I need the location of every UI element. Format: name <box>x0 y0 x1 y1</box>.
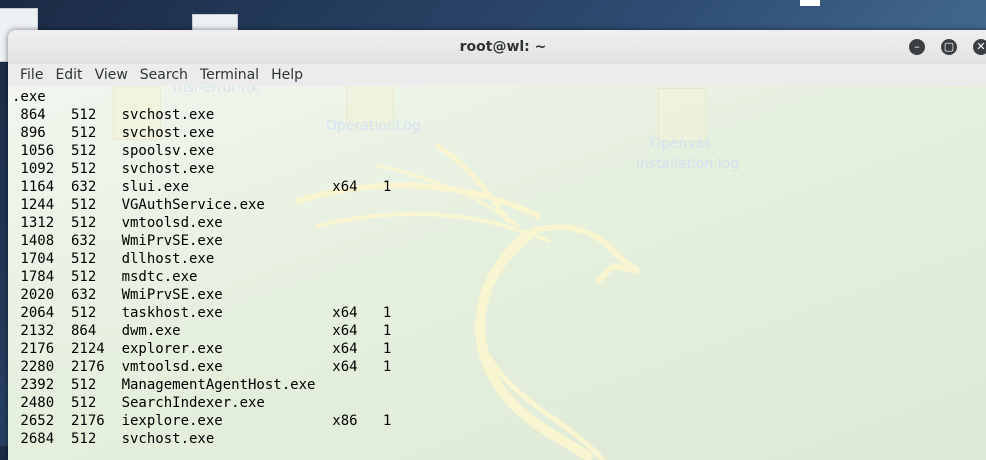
maximize-button[interactable]: ▢ <box>941 39 957 55</box>
process-row: 2064 512 taskhost.exe x64 1 <box>20 305 392 321</box>
window-title: root@wl: ~ <box>459 39 547 55</box>
menu-help[interactable]: Help <box>265 67 309 83</box>
terminal-window: root@wl: ~ – ▢ ✕ File Edit View Search T… <box>8 30 986 460</box>
close-button[interactable]: ✕ <box>973 39 986 55</box>
process-row: 1704 512 dllhost.exe <box>20 251 215 267</box>
process-row: 2132 864 dwm.exe x64 1 <box>20 323 392 339</box>
process-row: 2652 2176 iexplore.exe x86 1 <box>20 413 392 429</box>
process-row: 2392 512 ManagementAgentHost.exe <box>20 377 316 393</box>
process-row: 2020 632 WmiPrvSE.exe <box>20 287 223 303</box>
menu-terminal[interactable]: Terminal <box>194 67 265 83</box>
terminal-output-area[interactable]: msf-error-fix OperationLog Openvas- inst… <box>8 86 986 460</box>
process-row: 864 512 svchost.exe <box>20 107 215 123</box>
process-row: 1408 632 WmiPrvSE.exe <box>20 233 223 249</box>
minimize-button[interactable]: – <box>909 39 925 55</box>
output-line: .exe <box>12 89 46 105</box>
process-row: 2176 2124 explorer.exe x64 1 <box>20 341 392 357</box>
menu-file[interactable]: File <box>14 67 49 83</box>
process-row: 1312 512 vmtoolsd.exe <box>20 215 223 231</box>
process-row: 1164 632 slui.exe x64 1 <box>20 179 392 195</box>
title-bar[interactable]: root@wl: ~ – ▢ ✕ <box>8 30 986 64</box>
process-row: 2684 512 svchost.exe <box>20 431 215 447</box>
process-row: 2280 2176 vmtoolsd.exe x64 1 <box>20 359 392 375</box>
process-row: 1056 512 spoolsv.exe <box>20 143 215 159</box>
menu-bar: File Edit View Search Terminal Help <box>8 64 986 86</box>
process-row: 1244 512 VGAuthService.exe <box>20 197 265 213</box>
menu-edit[interactable]: Edit <box>49 67 88 83</box>
process-row: 896 512 svchost.exe <box>20 125 215 141</box>
process-list: .exe 864 512 svchost.exe 896 512 svchost… <box>12 88 391 448</box>
desktop-file-icon <box>800 0 820 6</box>
process-row: 1092 512 svchost.exe <box>20 161 215 177</box>
menu-search[interactable]: Search <box>134 67 194 83</box>
process-row: 1784 512 msdtc.exe <box>20 269 198 285</box>
process-row: 2480 512 SearchIndexer.exe <box>20 395 265 411</box>
menu-view[interactable]: View <box>89 67 134 83</box>
